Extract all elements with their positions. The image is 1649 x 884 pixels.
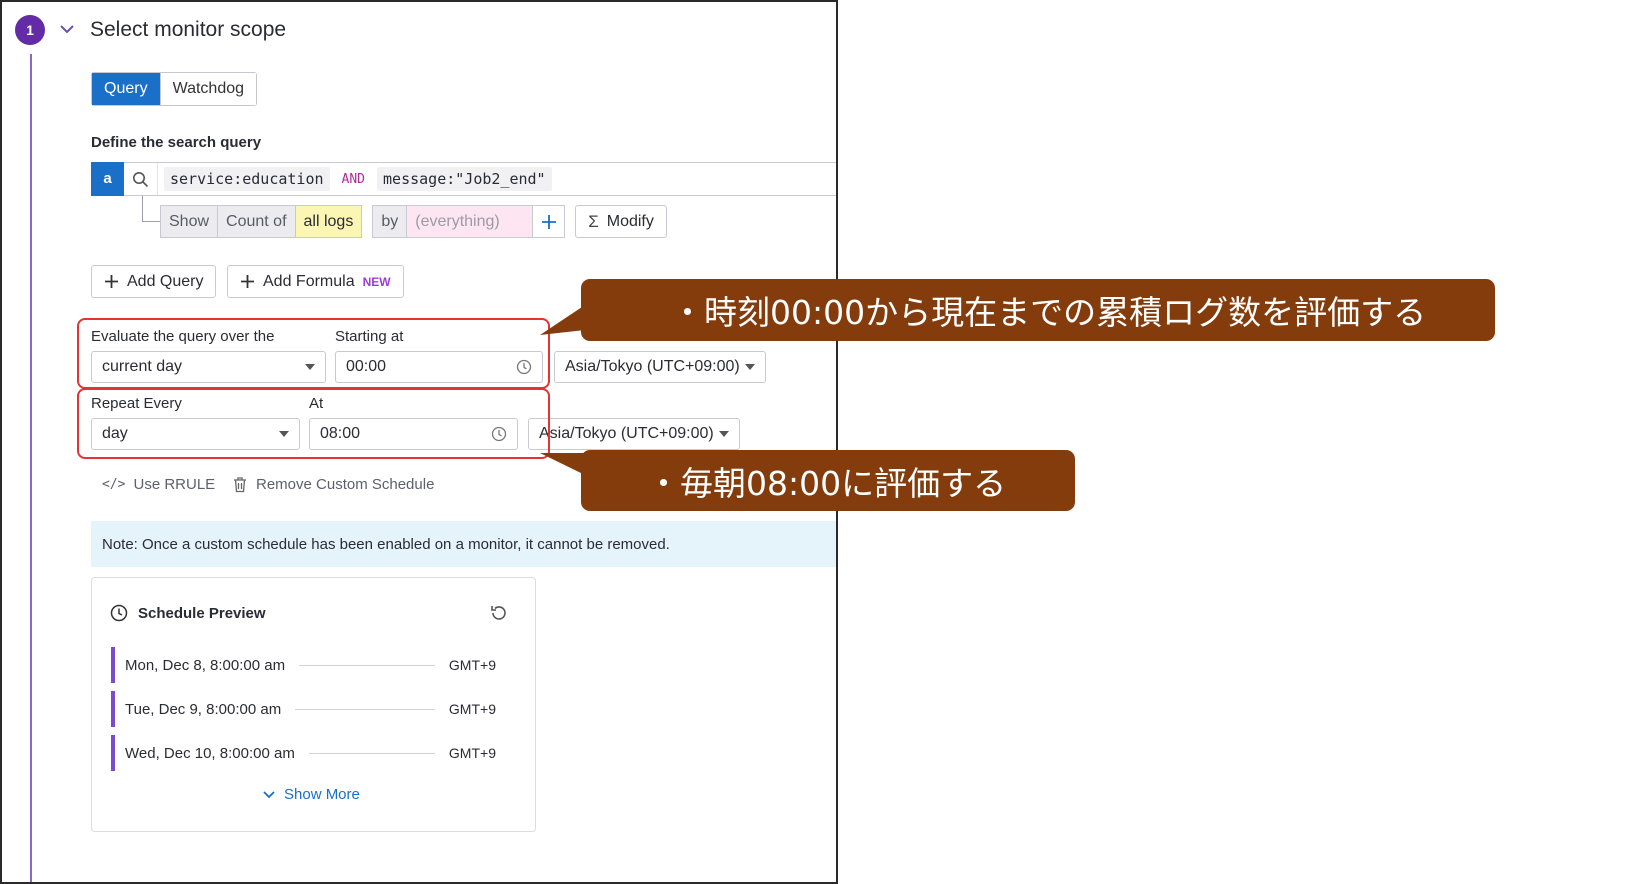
count-of-label: Count of xyxy=(217,206,295,237)
query-operator: AND xyxy=(341,171,366,187)
refresh-icon[interactable] xyxy=(489,603,509,623)
query-letter-badge: a xyxy=(91,161,124,196)
search-icon xyxy=(124,163,158,195)
tab-watchdog[interactable]: Watchdog xyxy=(159,73,257,105)
preview-timezone: GMT+9 xyxy=(448,745,496,761)
divider-line xyxy=(299,664,435,666)
row-accent-bar xyxy=(111,647,115,683)
preview-date: Mon, Dec 8, 8:00:00 am xyxy=(125,656,286,674)
schedule-timezone-value: Asia/Tokyo (UTC+09:00) xyxy=(539,425,714,442)
plus-icon xyxy=(241,275,254,288)
add-group-button[interactable] xyxy=(533,205,566,238)
divider-line xyxy=(308,752,435,754)
query-terms: service:education AND message:"Job2_end" xyxy=(158,167,552,191)
by-label: by xyxy=(373,206,407,237)
evaluation-timezone-select[interactable]: Asia/Tokyo (UTC+09:00) xyxy=(554,351,766,383)
show-more-link[interactable]: Show More xyxy=(262,786,360,803)
schedule-preview-title: Schedule Preview xyxy=(138,604,266,622)
schedule-preview-row: Wed, Dec 10, 8:00:00 am GMT+9 xyxy=(111,735,496,771)
tab-query[interactable]: Query xyxy=(92,73,160,105)
custom-schedule-note: Note: Once a custom schedule has been en… xyxy=(91,521,836,567)
step-timeline xyxy=(30,54,32,882)
step-title: Select monitor scope xyxy=(90,18,287,41)
sigma-icon: Σ xyxy=(588,211,599,231)
schedule-highlight-box xyxy=(77,388,550,459)
new-badge: NEW xyxy=(362,274,391,289)
schedule-preview-row: Mon, Dec 8, 8:00:00 am GMT+9 xyxy=(111,647,496,683)
plus-icon xyxy=(541,214,556,229)
count-target[interactable]: all logs xyxy=(294,206,362,237)
callout-evaluation-note: ・時刻00:00から現在までの累積ログ数を評価する xyxy=(581,279,1495,341)
show-more-label: Show More xyxy=(284,786,360,803)
row-accent-bar xyxy=(111,735,115,771)
modify-label: Modify xyxy=(606,212,654,230)
search-query-bar[interactable]: a service:education AND message:"Job2_en… xyxy=(91,161,836,196)
schedule-preview-header: Schedule Preview xyxy=(110,604,266,622)
clock-icon xyxy=(110,604,128,622)
remove-schedule-link[interactable]: Remove Custom Schedule xyxy=(232,476,434,493)
use-rrule-link[interactable]: </> Use RRULE xyxy=(102,476,215,493)
measure-selector[interactable]: Show Count of all logs xyxy=(160,205,363,238)
query-term-message[interactable]: message:"Job2_end" xyxy=(377,167,552,191)
add-formula-label: Add Formula xyxy=(263,272,355,290)
chevron-down-icon[interactable] xyxy=(58,20,76,38)
section-label-search-query: Define the search query xyxy=(91,134,262,151)
preview-timezone: GMT+9 xyxy=(448,657,496,673)
code-icon: </> xyxy=(102,477,126,492)
preview-date: Tue, Dec 9, 8:00:00 am xyxy=(125,700,282,718)
preview-timezone: GMT+9 xyxy=(448,701,496,717)
aggregation-row: Show Count of all logs by (everything) Σ… xyxy=(160,205,667,238)
trash-icon xyxy=(234,477,246,493)
tree-connector xyxy=(142,196,160,222)
group-by-selector[interactable]: by (everything) xyxy=(372,205,534,238)
query-term-service[interactable]: service:education xyxy=(164,167,330,191)
chevron-down-icon xyxy=(263,790,275,798)
schedule-preview-row: Tue, Dec 9, 8:00:00 am GMT+9 xyxy=(111,691,496,727)
caret-down-icon xyxy=(719,431,729,437)
step-number-badge: 1 xyxy=(15,15,45,45)
scope-type-toggle: Query Watchdog xyxy=(91,72,258,106)
row-accent-bar xyxy=(111,691,115,727)
preview-date: Wed, Dec 10, 8:00:00 am xyxy=(125,744,295,762)
callout-schedule-note: ・毎朝08:00に評価する xyxy=(581,450,1075,511)
add-formula-button[interactable]: Add Formula NEW xyxy=(227,265,404,298)
evaluation-highlight-box xyxy=(77,318,550,389)
use-rrule-label: Use RRULE xyxy=(133,476,216,493)
schedule-preview-card: Schedule Preview Mon, Dec 8, 8:00:00 am … xyxy=(91,577,536,832)
evaluation-timezone-value: Asia/Tokyo (UTC+09:00) xyxy=(565,358,740,375)
add-query-button[interactable]: Add Query xyxy=(91,265,217,298)
divider-line xyxy=(295,708,435,710)
modify-button[interactable]: Σ Modify xyxy=(575,205,667,238)
plus-icon xyxy=(105,275,118,288)
add-query-label: Add Query xyxy=(127,272,204,290)
caret-down-icon xyxy=(745,364,755,370)
remove-schedule-label: Remove Custom Schedule xyxy=(256,476,435,493)
show-label: Show xyxy=(161,206,218,237)
group-by-input[interactable]: (everything) xyxy=(406,206,533,237)
